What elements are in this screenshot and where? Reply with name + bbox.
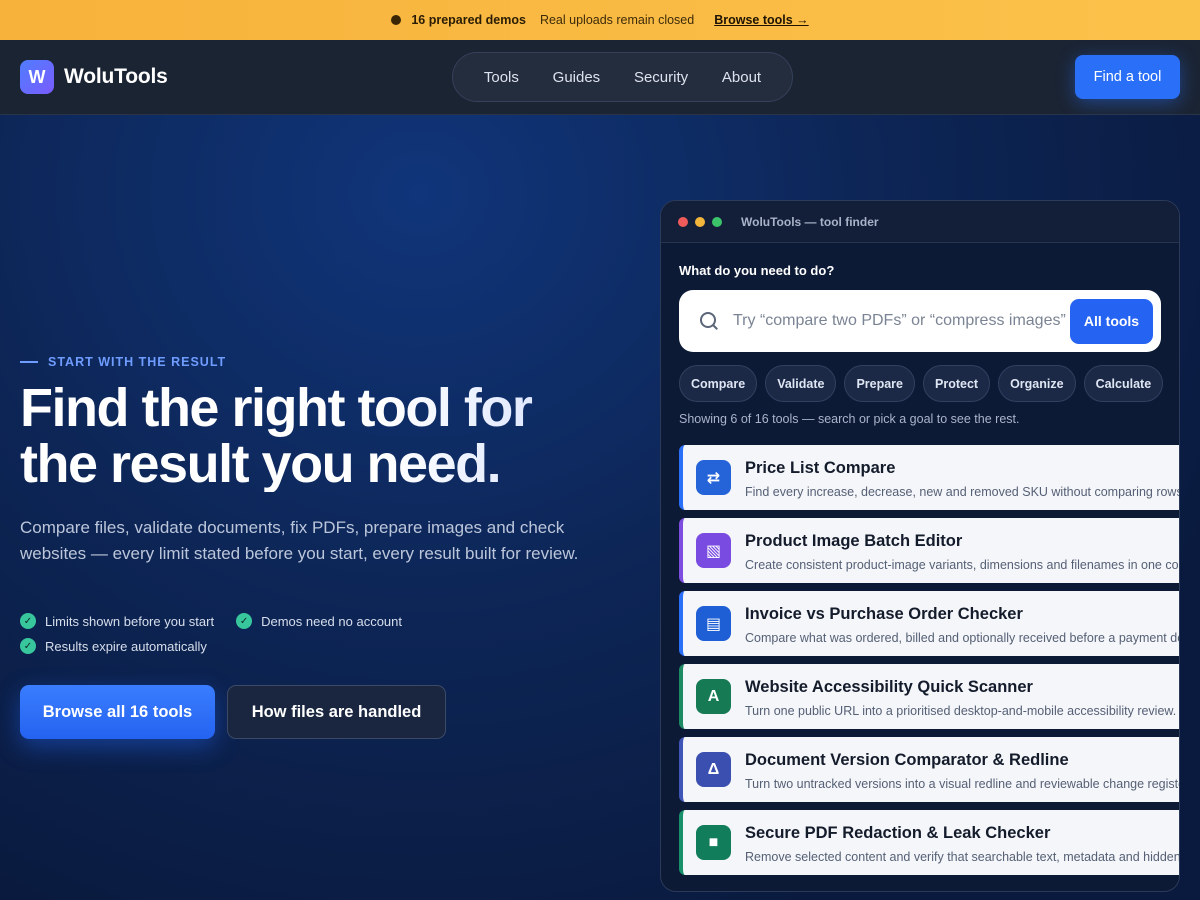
tool-card-pdf-redaction[interactable]: ■ Secure PDF Redaction & Leak Checker Re… [679, 810, 1180, 875]
accessibility-icon: A [696, 679, 731, 714]
check-item: ✓ Limits shown before you start [20, 613, 214, 629]
check-circle-icon: ✓ [236, 613, 253, 629]
redaction-icon: ■ [696, 825, 731, 860]
document-icon: ▤ [696, 606, 731, 641]
chip-prepare[interactable]: Prepare [844, 365, 915, 402]
eyebrow-text: START WITH THE RESULT [48, 355, 227, 369]
tool-title: Price List Compare [745, 459, 896, 477]
search-bar: All tools [679, 290, 1161, 352]
delta-icon: Δ [696, 752, 731, 787]
tool-card-product-image-batch-editor[interactable]: ▧ Product Image Batch Editor Create cons… [679, 518, 1179, 583]
browse-all-tools-button[interactable]: Browse all 16 tools [20, 685, 215, 739]
swap-arrows-icon: ⇄ [696, 460, 731, 495]
tool-description: Compare what was ordered, billed and opt… [745, 631, 1180, 645]
goal-chips: Compare Validate Prepare Protect Organiz… [679, 365, 1164, 402]
panel-title: WoluTools — tool finder [741, 214, 879, 229]
check-item: ✓ Results expire automatically [20, 638, 207, 654]
browse-tools-link[interactable]: Browse tools → [714, 13, 808, 27]
eyebrow-line [20, 361, 38, 363]
banner-demos: 16 prepared demos [411, 13, 526, 27]
find-a-tool-button[interactable]: Find a tool [1075, 55, 1180, 99]
announcement-banner: 16 prepared demos Real uploads remain cl… [0, 0, 1200, 40]
hero-subtext: Compare files, validate documents, fix P… [20, 518, 579, 563]
brand[interactable]: W WoluTools [20, 60, 168, 94]
chip-protect[interactable]: Protect [923, 365, 991, 402]
tool-title: Product Image Batch Editor [745, 532, 963, 550]
maximize-dot-icon [712, 216, 722, 227]
tool-description: Turn one public URL into a prioritised d… [745, 704, 1177, 718]
finder-question: What do you need to do? [679, 263, 835, 278]
tool-description: Find every increase, decrease, new and r… [745, 485, 1179, 499]
check-circle-icon: ✓ [20, 638, 36, 654]
brand-name: WoluTools [64, 65, 168, 88]
chip-validate[interactable]: Validate [765, 365, 837, 402]
tool-card-version-comparator[interactable]: Δ Document Version Comparator & Redline … [679, 737, 1180, 802]
tool-description: Turn two untracked versions into a visua… [745, 777, 1180, 791]
check-item: ✓ Demos need no account [236, 613, 402, 629]
image-grid-icon: ▧ [696, 533, 731, 568]
minimize-dot-icon [695, 216, 705, 227]
tool-card-invoice-po-checker[interactable]: ▤ Invoice vs Purchase Order Checker Comp… [679, 591, 1180, 656]
all-tools-button[interactable]: All tools [1070, 298, 1153, 344]
results-count: Showing 6 of 16 tools — search or pick a… [679, 412, 1020, 426]
tool-description: Create consistent product-image variants… [745, 558, 1179, 572]
tool-list: ⇄ Price List Compare Find every increase… [679, 445, 1180, 883]
brand-logo-icon: W [20, 60, 54, 94]
tool-card-accessibility-scanner[interactable]: A Website Accessibility Quick Scanner Tu… [679, 664, 1179, 729]
tool-title: Website Accessibility Quick Scanner [745, 678, 1033, 696]
hero-headline: Find the right tool for the result you n… [20, 380, 620, 492]
panel-titlebar: WoluTools — tool finder [661, 201, 1179, 243]
banner-uploads: Real uploads remain closed [539, 13, 695, 27]
tool-title: Invoice vs Purchase Order Checker [745, 605, 1023, 623]
chip-compare[interactable]: Compare [679, 365, 758, 402]
chip-calculate[interactable]: Calculate [1083, 365, 1164, 402]
site-header: W WoluTools Tools Guides Security About … [0, 40, 1200, 115]
nav-item-guides[interactable]: Guides [553, 69, 601, 86]
status-dot-icon [391, 15, 402, 25]
tool-finder-panel: WoluTools — tool finder What do you need… [660, 200, 1180, 892]
tool-title: Document Version Comparator & Redline [745, 751, 1069, 769]
hero-eyebrow: START WITH THE RESULT [20, 355, 226, 369]
chip-organize[interactable]: Organize [998, 365, 1076, 402]
search-input[interactable] [733, 312, 1070, 330]
nav-item-tools[interactable]: Tools [484, 69, 519, 86]
main-nav: Tools Guides Security About [452, 52, 793, 102]
search-icon [699, 311, 719, 331]
tool-title: Secure PDF Redaction & Leak Checker [745, 824, 1051, 842]
tool-card-price-list-compare[interactable]: ⇄ Price List Compare Find every increase… [679, 445, 1179, 510]
hero-checklist: ✓ Limits shown before you start ✓ Demos … [20, 613, 500, 663]
nav-item-about[interactable]: About [722, 69, 761, 86]
check-circle-icon: ✓ [20, 613, 36, 629]
nav-item-security[interactable]: Security [634, 69, 688, 86]
tool-description: Remove selected content and verify that … [745, 850, 1180, 864]
how-files-handled-button[interactable]: How files are handled [227, 685, 446, 739]
close-dot-icon [678, 216, 688, 227]
